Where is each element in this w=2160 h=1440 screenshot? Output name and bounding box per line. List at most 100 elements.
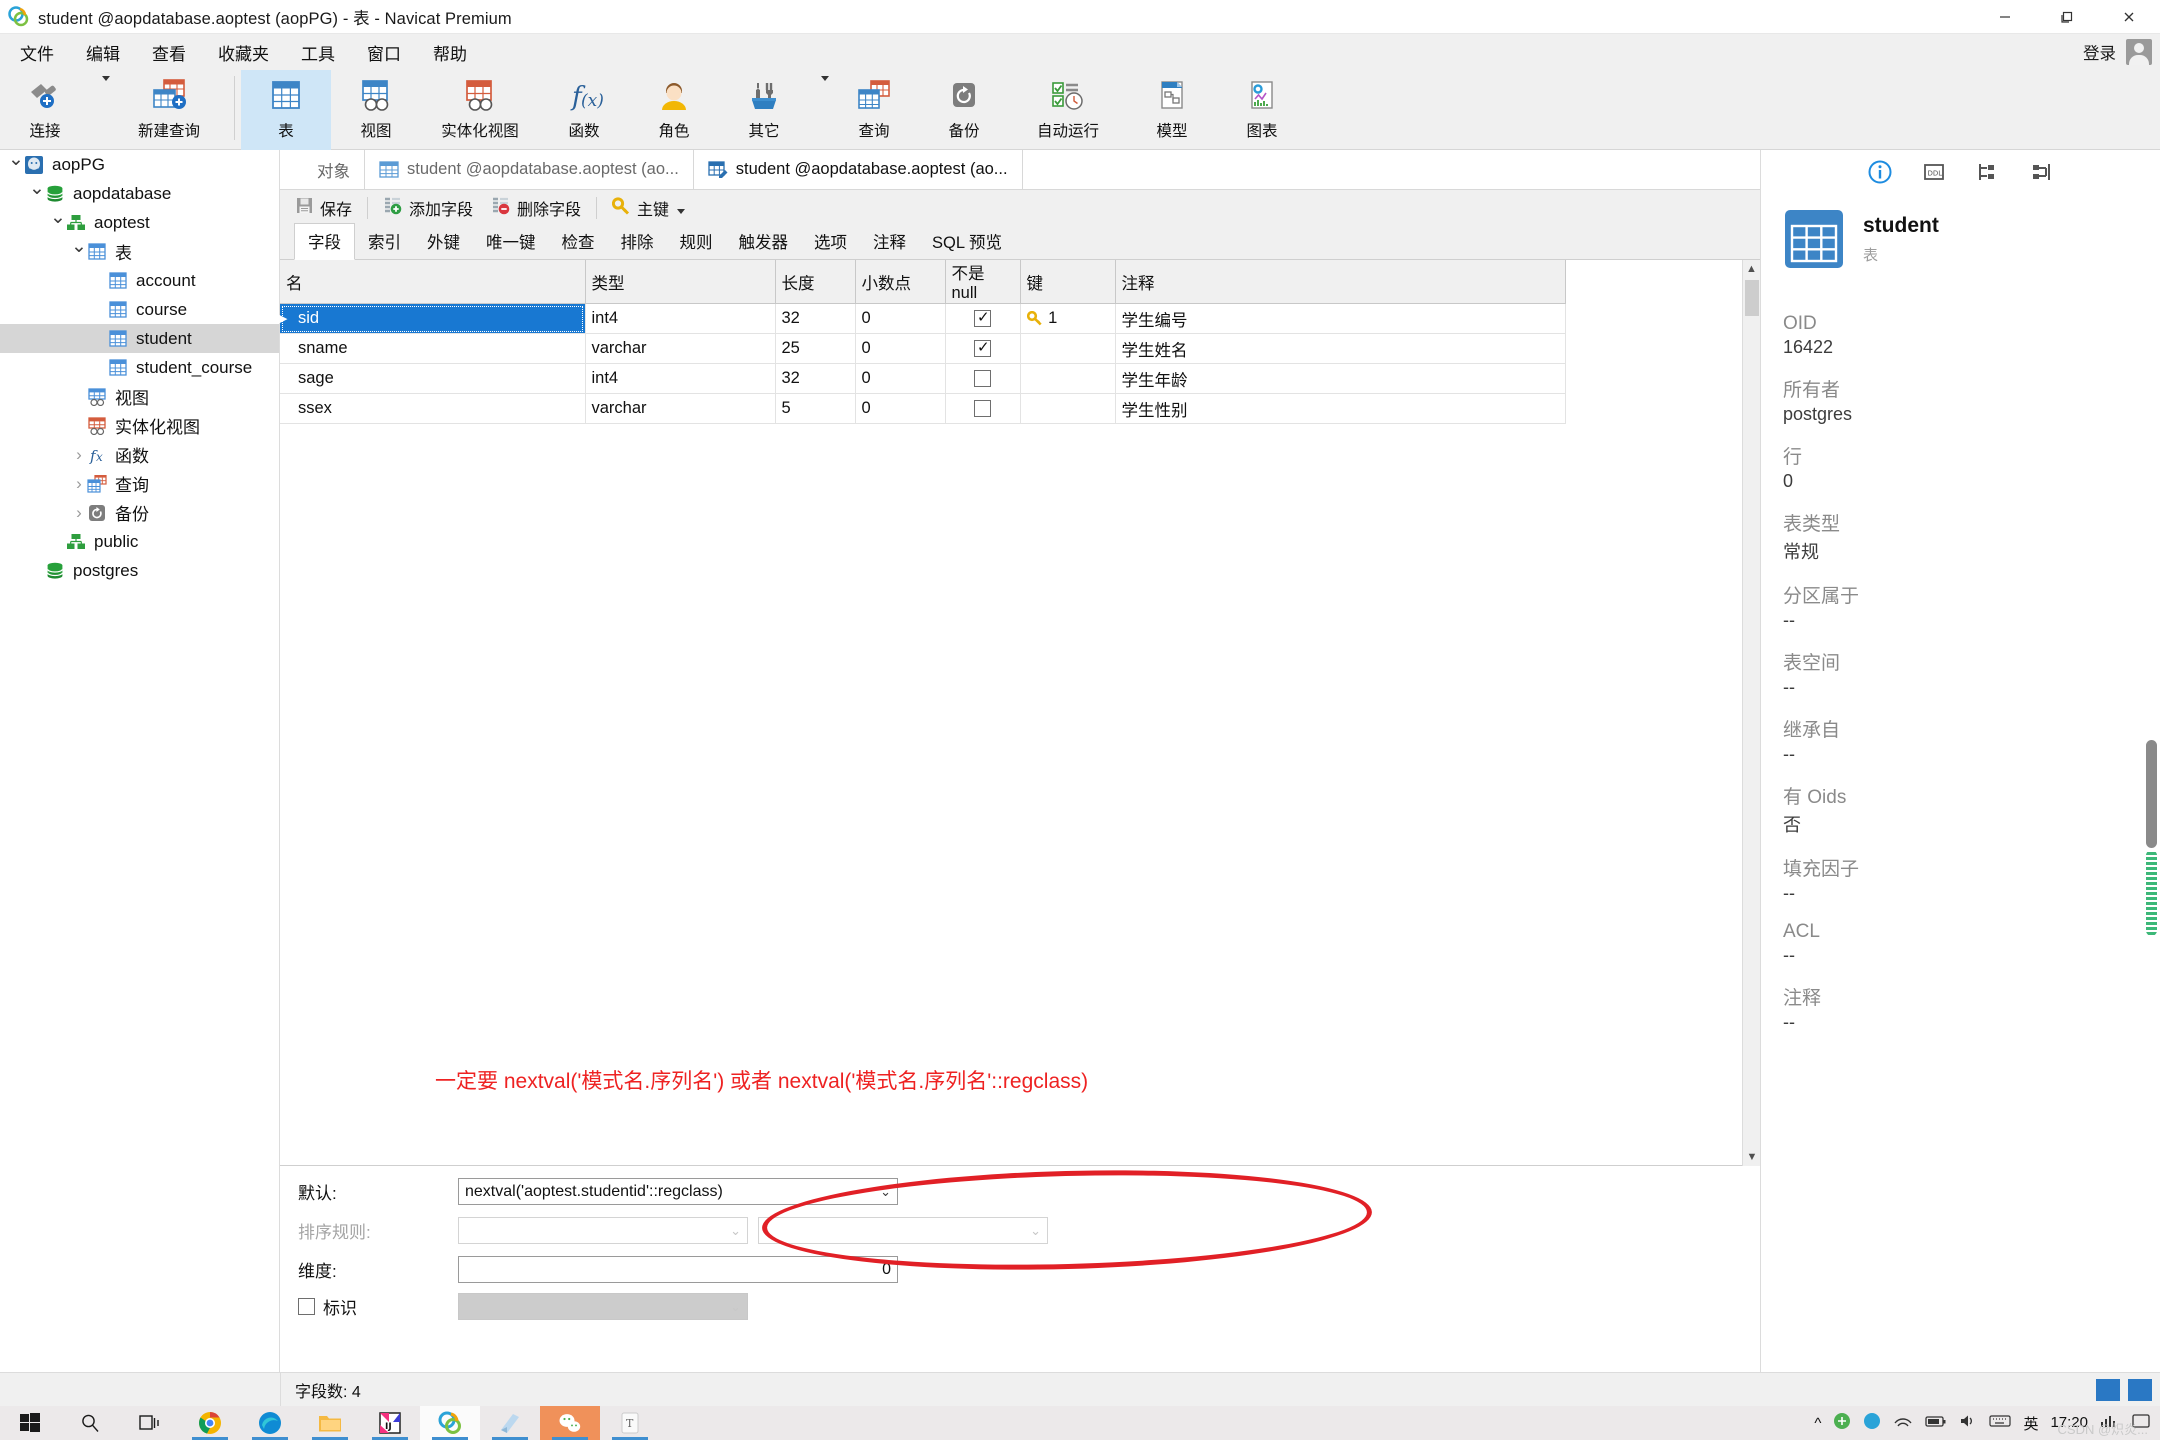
field-comment-cell[interactable]: 学生性别 [1115, 393, 1566, 424]
subtab-7[interactable]: 触发器 [726, 224, 802, 259]
ribbon-role[interactable]: 角色 [629, 70, 719, 150]
field-length-cell[interactable]: 32 [775, 303, 856, 334]
identity-checkbox[interactable] [298, 1298, 315, 1315]
ribbon-others-caret[interactable] [809, 70, 829, 150]
ribbon-function[interactable]: f (x) 函数 [539, 70, 629, 150]
ribbon-others[interactable]: 其它 [719, 70, 809, 150]
ime-indicator[interactable]: 英 [2023, 1413, 2038, 1434]
subtab-9[interactable]: 注释 [860, 224, 919, 259]
subtab-5[interactable]: 排除 [608, 224, 667, 259]
scroll-up-arrow[interactable]: ▲ [1743, 260, 1760, 278]
tree-item--[interactable]: 视图 [0, 382, 279, 411]
grid-vertical-scrollbar[interactable]: ▲ ▼ [1742, 260, 1760, 1166]
column-header-2[interactable]: 长度 [775, 260, 856, 304]
tree-item-account[interactable]: account [0, 266, 279, 295]
taskbar-wechat[interactable] [540, 1406, 600, 1440]
column-header-0[interactable]: 名 [280, 260, 586, 304]
task-view-button[interactable] [120, 1406, 180, 1440]
scrollbar-thumb[interactable] [1745, 280, 1759, 316]
identity-combobox[interactable]: ⌄ [458, 1293, 748, 1320]
chevron-right-icon[interactable] [71, 503, 87, 523]
chevron-down-icon[interactable] [71, 240, 87, 263]
field-not-null-cell[interactable] [945, 363, 1021, 394]
ribbon-connection-caret[interactable] [90, 70, 110, 150]
taskbar-intellij-idea[interactable]: IJ [360, 1406, 420, 1440]
table-row[interactable]: sage int4 32 0 学生年龄 [280, 363, 1566, 394]
tree-item-postgres[interactable]: postgres [0, 556, 279, 585]
tree-item-aopdatabase[interactable]: aopdatabase [0, 179, 279, 208]
subtab-4[interactable]: 检查 [549, 224, 608, 259]
battery-icon[interactable] [1925, 1414, 1947, 1432]
chevron-right-icon[interactable] [71, 445, 87, 465]
tray-app-icon-1[interactable] [1833, 1412, 1851, 1434]
fields-grid[interactable]: 名类型长度小数点不是 null键注释 ▶sidint4320 1学生编号snam… [279, 260, 1760, 1166]
taskbar-typora[interactable]: T [600, 1406, 660, 1440]
menu-favorites[interactable]: 收藏夹 [206, 36, 281, 69]
ddl-icon[interactable]: DDL [1919, 157, 1949, 187]
field-key-cell[interactable] [1020, 393, 1116, 424]
scroll-down-arrow[interactable]: ▼ [1743, 1148, 1761, 1166]
field-not-null-cell[interactable] [945, 393, 1021, 424]
field-comment-cell[interactable]: 学生编号 [1115, 303, 1566, 334]
chevron-right-icon[interactable] [71, 474, 87, 494]
menu-file[interactable]: 文件 [8, 36, 66, 69]
tree-item--[interactable]: 备份 [0, 498, 279, 527]
field-length-cell[interactable]: 25 [775, 333, 856, 364]
field-name-cell[interactable]: ssex [280, 393, 586, 424]
taskbar-chrome[interactable] [180, 1406, 240, 1440]
field-comment-cell[interactable]: 学生年龄 [1115, 363, 1566, 394]
add-field-button[interactable]: 添加字段 [374, 193, 482, 223]
field-type-cell[interactable]: varchar [585, 393, 776, 424]
view-mode-split-button[interactable] [2128, 1378, 2152, 1401]
field-key-cell[interactable] [1020, 363, 1116, 394]
search-button[interactable] [60, 1406, 120, 1440]
dimension-input[interactable]: 0 [458, 1256, 898, 1283]
tree-item-course[interactable]: course [0, 295, 279, 324]
minimize-button[interactable] [1974, 0, 2036, 34]
ribbon-model[interactable]: 模型 [1127, 70, 1217, 150]
field-name-cell[interactable]: sage [280, 363, 586, 394]
delete-field-button[interactable]: 删除字段 [482, 193, 590, 223]
subtab-1[interactable]: 索引 [355, 224, 414, 259]
not-null-checkbox[interactable] [974, 308, 991, 328]
taskbar-notepad[interactable] [480, 1406, 540, 1440]
info-panel-scrollbar-thumb[interactable] [2146, 740, 2157, 848]
subtab-0[interactable]: 字段 [294, 223, 355, 260]
field-length-cell[interactable]: 32 [775, 363, 856, 394]
ribbon-chart[interactable]: 图表 [1217, 70, 1307, 150]
field-type-cell[interactable]: varchar [585, 333, 776, 364]
subtab-8[interactable]: 选项 [801, 224, 860, 259]
column-header-4[interactable]: 不是 null [945, 260, 1021, 304]
field-name-cell[interactable]: ▶ sid [279, 303, 586, 334]
ribbon-query[interactable]: 查询 [829, 70, 919, 150]
ribbon-connection[interactable]: 连接 [0, 70, 90, 150]
chevron-down-icon[interactable] [50, 211, 66, 234]
table-row[interactable]: sname varchar250 学生姓名 [280, 333, 1566, 364]
avatar[interactable] [2126, 39, 2152, 65]
tab-student-design[interactable]: student @aopdatabase.aoptest (ao... [693, 150, 1023, 189]
column-header-5[interactable]: 键 [1020, 260, 1116, 304]
not-null-checkbox[interactable] [974, 370, 991, 388]
field-name-cell[interactable]: sname [280, 333, 586, 364]
primary-key-button[interactable]: 主键 [603, 193, 694, 223]
field-decimals-cell[interactable]: 0 [855, 393, 946, 424]
column-header-3[interactable]: 小数点 [855, 260, 946, 304]
field-type-cell[interactable]: int4 [585, 303, 776, 334]
keyboard-icon[interactable] [1989, 1414, 2012, 1432]
collation-combobox[interactable]: ⌄ [458, 1217, 748, 1244]
field-not-null-cell[interactable] [945, 333, 1021, 364]
close-button[interactable] [2098, 0, 2160, 34]
network-icon[interactable] [1893, 1413, 1913, 1433]
menu-edit[interactable]: 编辑 [74, 36, 132, 69]
field-length-cell[interactable]: 5 [775, 393, 856, 424]
info-icon[interactable] [1865, 157, 1895, 187]
ribbon-automation[interactable]: 自动运行 [1009, 70, 1127, 150]
tree-item--[interactable]: 查询 [0, 469, 279, 498]
not-null-checkbox[interactable] [974, 400, 991, 418]
tree-item-aoptest[interactable]: aoptest [0, 208, 279, 237]
tree-item-student_course[interactable]: student_course [0, 353, 279, 382]
login-link[interactable]: 登录 [2083, 40, 2116, 64]
tab-student-data[interactable]: student @aopdatabase.aoptest (ao... [365, 150, 694, 189]
collation-combobox-2[interactable]: ⌄ [758, 1217, 1048, 1244]
tab-objects[interactable]: 对象 [302, 150, 365, 189]
